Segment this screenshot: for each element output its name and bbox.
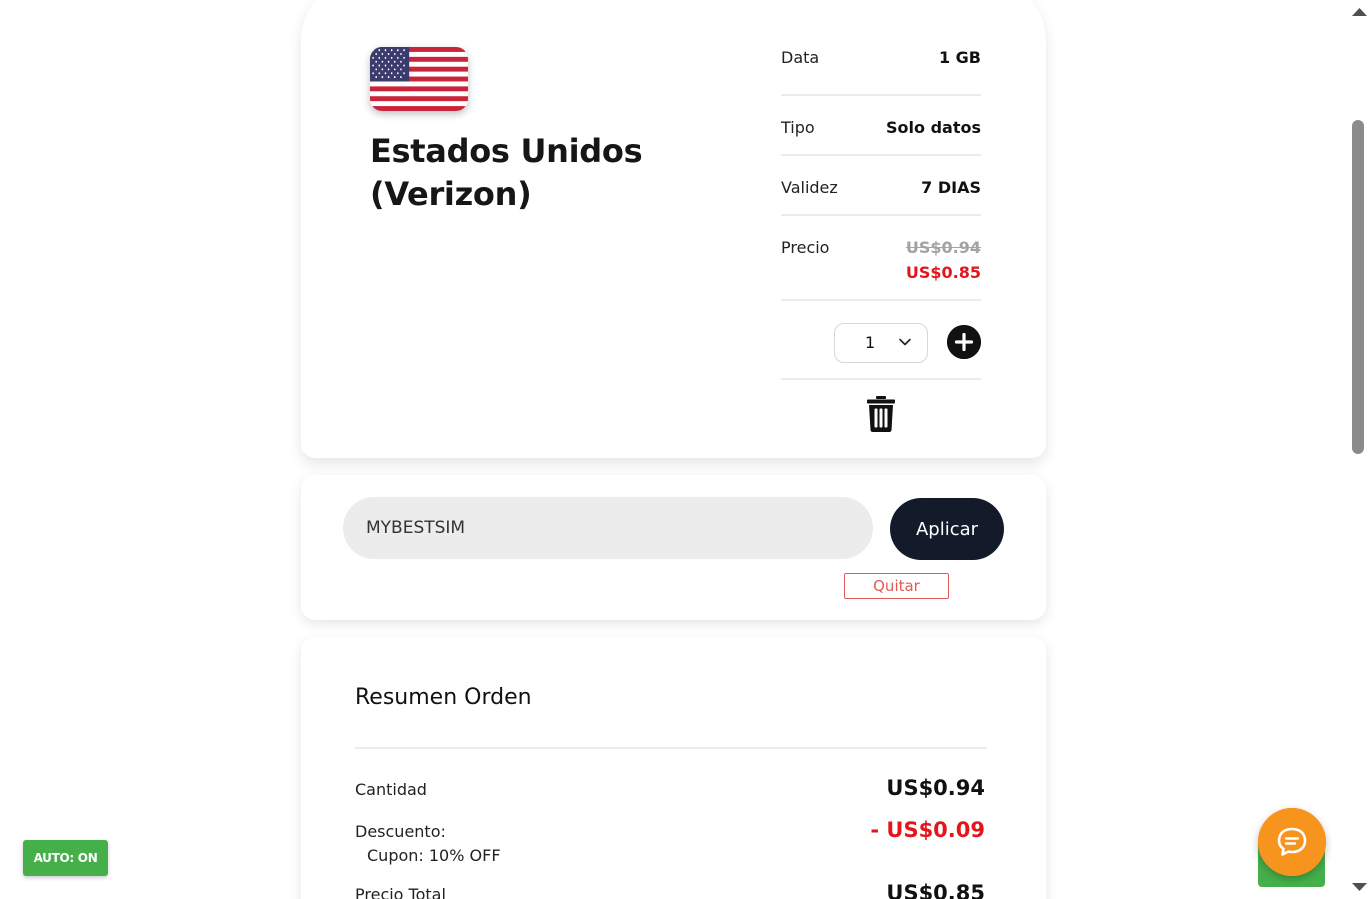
spec-row-data: Data 1 GB [781,40,981,96]
summary-divider [355,747,987,749]
spec-row-type: Tipo Solo datos [781,96,981,156]
summary-quantity-value: US$0.94 [886,776,985,800]
remove-item-button[interactable] [866,396,896,432]
spec-value-type: Solo datos [886,118,981,137]
spec-label-type: Tipo [781,118,815,137]
chat-bubble-icon [1258,808,1326,876]
add-quantity-button[interactable] [947,325,981,359]
quantity-select[interactable]: 1 [834,323,928,363]
coupon-input[interactable] [343,497,873,559]
chevron-down-icon [899,338,911,346]
product-card: Estados Unidos (Verizon) Data 1 GB Tipo … [301,0,1046,458]
us-flag-icon [370,47,468,111]
country-title: Estados Unidos (Verizon) [370,132,643,213]
coupon-card: Aplicar Quitar [301,475,1046,620]
summary-total-value: US$0.85 [886,881,985,899]
spec-list: Data 1 GB Tipo Solo datos Validez 7 DIAS… [781,40,981,380]
quantity-value: 1 [865,333,876,352]
price-discounted: US$0.85 [905,263,981,282]
summary-coupon-note: Cupon: 10% OFF [367,846,501,865]
auto-mode-badge[interactable]: AUTO: ON [23,840,108,876]
spec-value-data: 1 GB [938,48,981,67]
chat-button[interactable] [1258,808,1326,876]
summary-quantity-label: Cantidad [355,780,427,799]
order-summary-card: Resumen Orden Cantidad US$0.94 Descuento… [301,637,1046,899]
spec-label-price: Precio [781,238,830,257]
plus-circle-icon [947,325,981,359]
summary-discount-value: - US$0.09 [870,818,985,842]
scroll-down-icon[interactable] [1349,879,1370,895]
scroll-up-icon[interactable] [1349,4,1370,20]
spec-value-price: US$0.94 US$0.85 [906,238,981,282]
checkout-page: Estados Unidos (Verizon) Data 1 GB Tipo … [0,0,1370,899]
trash-icon [867,396,895,432]
remove-coupon-button[interactable]: Quitar [844,573,949,599]
spec-label-data: Data [781,48,820,67]
summary-discount-label: Descuento: [355,822,446,841]
summary-total-label: Precio Total [355,885,446,899]
spec-label-validity: Validez [781,178,838,197]
spec-value-validity: 7 DIAS [921,178,981,197]
apply-coupon-button[interactable]: Aplicar [890,498,1004,560]
price-original: US$0.94 [905,238,981,257]
summary-title: Resumen Orden [355,685,532,710]
page-scrollbar[interactable] [1349,0,1370,899]
spec-row-price: Precio US$0.94 US$0.85 [781,216,981,301]
spec-row-validity: Validez 7 DIAS [781,156,981,216]
quantity-row: 1 [781,301,981,380]
scrollbar-thumb[interactable] [1352,120,1364,454]
